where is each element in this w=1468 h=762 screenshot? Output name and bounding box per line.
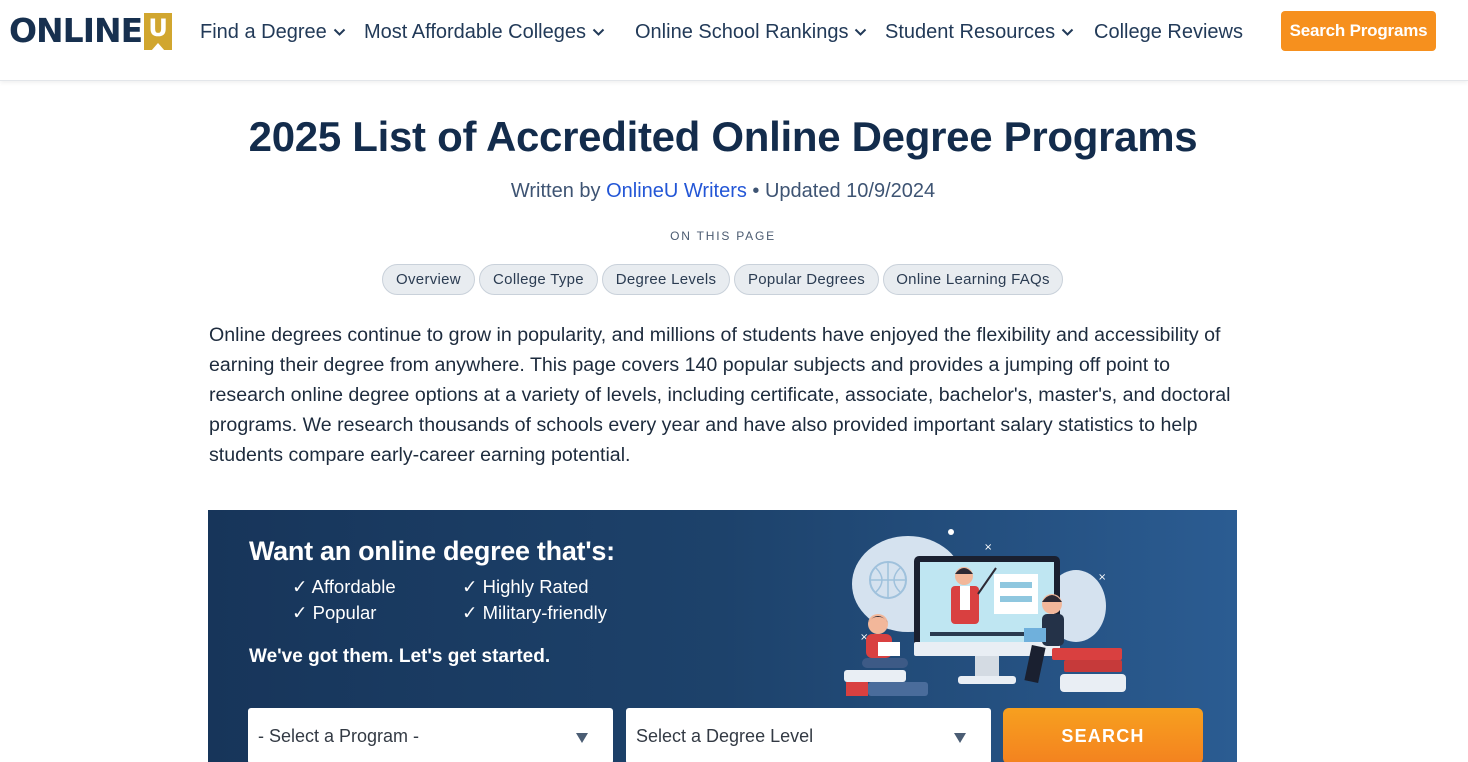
toc-label: ON THIS PAGE xyxy=(670,229,776,243)
promo-cta-text: We've got them. Let's get started. xyxy=(249,646,551,667)
caret-down-icon xyxy=(953,728,967,749)
screen-board xyxy=(994,574,1038,614)
sparkle-dot xyxy=(948,529,954,535)
degree-level-select-value: Select a Degree Level xyxy=(636,725,814,746)
caret-down-icon xyxy=(575,728,589,749)
program-select[interactable]: - Select a Program - xyxy=(248,708,613,762)
nav-label: College Reviews xyxy=(1094,20,1243,43)
book-stack-right-3 xyxy=(1060,674,1126,692)
intro-paragraph: Online degrees continue to grow in popul… xyxy=(209,324,1231,466)
search-programs-button[interactable]: Search Programs xyxy=(1281,11,1436,51)
teacher-shirt xyxy=(960,586,970,610)
book-stack-left-1 xyxy=(844,670,906,682)
nav-student-resources[interactable]: Student Resources xyxy=(885,16,1074,48)
logo-badge-letter: U xyxy=(148,13,168,42)
author-link[interactable]: OnlineU Writers xyxy=(606,180,747,202)
page-title: 2025 List of Accredited Online Degree Pr… xyxy=(248,113,1198,160)
degree-level-select[interactable]: Select a Degree Level xyxy=(626,708,991,762)
nav-label: Most Affordable Colleges xyxy=(364,20,586,43)
site-header: ONLINE U Find a Degree Most Affordable C… xyxy=(0,0,1468,81)
program-select-value: - Select a Program - xyxy=(258,725,420,746)
byline-updated: • Updated 10/9/2024 xyxy=(746,180,936,202)
chevron-down-icon xyxy=(333,28,346,37)
online-learning-illustration: × × × xyxy=(844,529,1126,696)
check-popular: ✓ Popular xyxy=(292,602,377,623)
toc-overview[interactable]: Overview xyxy=(382,264,475,295)
chevron-down-icon xyxy=(854,28,867,37)
screen-line xyxy=(1000,596,1032,602)
student-right-laptop xyxy=(1024,628,1046,642)
nav-label: Find a Degree xyxy=(200,20,327,43)
chevron-down-icon xyxy=(592,28,605,37)
logo-wordmark: ONLINE xyxy=(9,11,143,50)
book-stack-left-3 xyxy=(846,682,868,696)
book-stack-right-2 xyxy=(1064,660,1122,672)
search-button[interactable]: SEARCH xyxy=(1003,708,1203,762)
monitor-neck xyxy=(975,656,999,678)
nav-label: Student Resources xyxy=(885,20,1056,43)
check-military-friendly: ✓ Military-friendly xyxy=(462,602,608,623)
nav-most-affordable-colleges[interactable]: Most Affordable Colleges xyxy=(364,16,605,48)
promo-heading: Want an online degree that's: xyxy=(249,536,615,566)
toc-college-type[interactable]: College Type xyxy=(479,264,598,295)
logo-badge: U xyxy=(144,12,173,51)
chevron-down-icon xyxy=(1061,28,1074,37)
nav-find-a-degree[interactable]: Find a Degree xyxy=(200,16,346,48)
check-highly-rated: ✓ Highly Rated xyxy=(462,576,589,597)
student-left-legs xyxy=(862,658,908,668)
nav-college-reviews[interactable]: College Reviews xyxy=(1094,16,1243,48)
logo-badge-notch xyxy=(151,42,166,51)
sparkle-star: × xyxy=(984,542,992,553)
byline: Written by OnlineU Writers • Updated 10/… xyxy=(0,180,1446,203)
byline-prefix: Written by xyxy=(510,180,607,202)
nav-online-school-rankings[interactable]: Online School Rankings xyxy=(635,16,867,48)
check-affordable: ✓ Affordable xyxy=(292,576,396,597)
monitor-base xyxy=(958,676,1016,684)
onlineu-logo[interactable]: ONLINE U xyxy=(9,11,173,51)
degree-search-promo: Want an online degree that's: ✓ Affordab… xyxy=(208,510,1237,762)
book-stack-right-1 xyxy=(1052,648,1122,660)
student-left-laptop xyxy=(878,642,900,656)
screen-line xyxy=(1000,582,1032,588)
nav-label: Online School Rankings xyxy=(635,20,849,43)
toc-online-learning-faqs[interactable]: Online Learning FAQs xyxy=(883,264,1063,295)
toc-degree-levels[interactable]: Degree Levels xyxy=(602,264,730,295)
sparkle-star: × xyxy=(1098,572,1106,583)
book-stack-left-2 xyxy=(868,682,928,696)
toc-popular-degrees[interactable]: Popular Degrees xyxy=(734,264,879,295)
